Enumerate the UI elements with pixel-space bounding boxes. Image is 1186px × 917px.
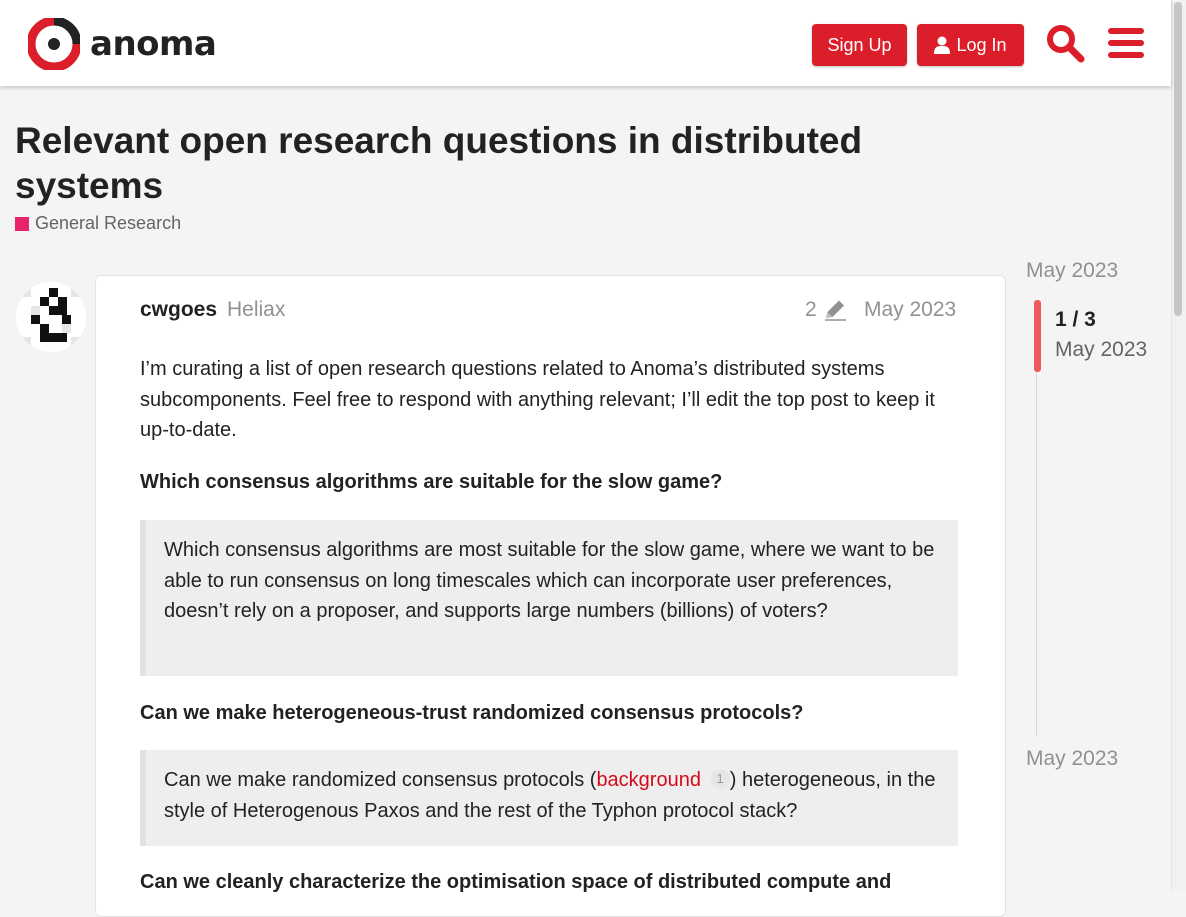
timeline-scroller-handle[interactable] bbox=[1034, 300, 1041, 372]
search-icon bbox=[1047, 25, 1085, 63]
sign-up-label: Sign Up bbox=[827, 34, 892, 55]
post-username[interactable]: cwgoes bbox=[140, 298, 217, 322]
user-icon bbox=[934, 36, 951, 54]
section-heading-heterogeneous-trust: Can we make heterogeneous-trust randomiz… bbox=[140, 702, 804, 724]
identicon-avatar-image bbox=[16, 282, 86, 352]
blockquote-slow-game-text: Which consensus algorithms are most suit… bbox=[164, 539, 935, 622]
sign-up-button[interactable]: Sign Up bbox=[812, 24, 907, 66]
blockquote-slow-game: Which consensus algorithms are most suit… bbox=[140, 520, 958, 676]
quote-text-before-link: Can we make randomized consensus protoco… bbox=[164, 769, 597, 791]
site-header: anoma Sign Up Log In bbox=[0, 0, 1171, 86]
log-in-button[interactable]: Log In bbox=[917, 24, 1024, 66]
pencil-icon bbox=[824, 300, 846, 321]
search-button[interactable] bbox=[1044, 22, 1086, 64]
category-name: General Research bbox=[35, 213, 182, 233]
topic-title[interactable]: Relevant open research questions in dist… bbox=[15, 118, 975, 208]
section-heading-slow-game: Which consensus algorithms are suitable … bbox=[140, 471, 723, 493]
blockquote-heterogeneous-trust: Can we make randomized consensus protoco… bbox=[140, 750, 958, 846]
timeline-position: 1 / 3 bbox=[1055, 308, 1096, 331]
blockquote-heterogeneous-trust-text: Can we make randomized consensus protoco… bbox=[164, 765, 940, 826]
edit-count: 2 bbox=[805, 298, 817, 321]
anoma-logo-icon bbox=[28, 18, 80, 70]
timeline-current-date: May 2023 bbox=[1055, 338, 1148, 361]
avatar[interactable] bbox=[16, 282, 86, 352]
section-heading-optimisation-space: Can we cleanly characterize the optimisa… bbox=[140, 871, 892, 893]
menu-button[interactable] bbox=[1105, 22, 1147, 64]
timeline-start-date[interactable]: May 2023 bbox=[1026, 259, 1118, 283]
edit-history-button[interactable]: 2 bbox=[805, 298, 847, 322]
background-link[interactable]: background bbox=[596, 769, 701, 791]
post-user-title: Heliax bbox=[227, 298, 286, 321]
post-date[interactable]: May 2023 bbox=[864, 298, 956, 322]
category-badge[interactable]: General Research bbox=[15, 213, 181, 234]
link-click-count-badge: 1 bbox=[710, 770, 730, 788]
scrollbar-thumb[interactable] bbox=[1174, 2, 1182, 316]
logo-text: anoma bbox=[90, 24, 217, 64]
site-logo[interactable]: anoma bbox=[28, 17, 217, 71]
timeline-end-date[interactable]: May 2023 bbox=[1026, 747, 1118, 771]
hamburger-menu-icon bbox=[1108, 28, 1144, 58]
log-in-label: Log In bbox=[956, 34, 1007, 55]
category-color-swatch bbox=[15, 216, 29, 231]
post-intro-paragraph: I’m curating a list of open research que… bbox=[140, 358, 935, 441]
